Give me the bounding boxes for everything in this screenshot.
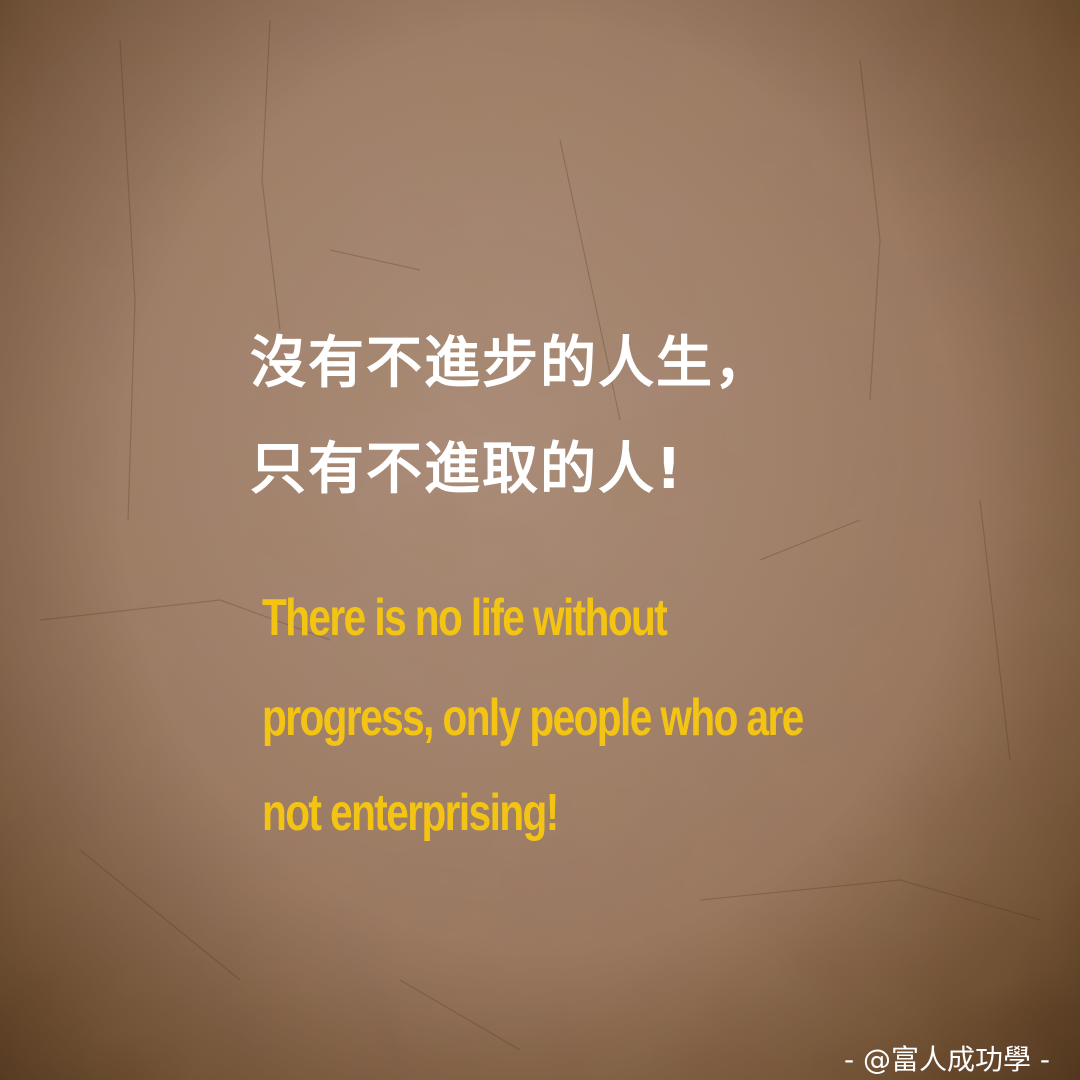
watermark-handle: - @富人成功學 - (843, 1043, 1050, 1076)
quote-poster: 沒有不進步的人生， 只有不進取的人! There is no life with… (0, 0, 1080, 1080)
chinese-quote-line-1: 沒有不進步的人生， (250, 331, 772, 396)
english-quote-line-2: progress, only people who are (262, 689, 804, 747)
chinese-quote-line-2: 只有不進取的人! (250, 437, 684, 502)
vignette-overlay (0, 0, 1080, 1080)
parchment-texture (0, 0, 1080, 1080)
english-quote-line-3: not enterprising! (262, 784, 559, 842)
english-quote-line-1: There is no life without (262, 589, 668, 647)
